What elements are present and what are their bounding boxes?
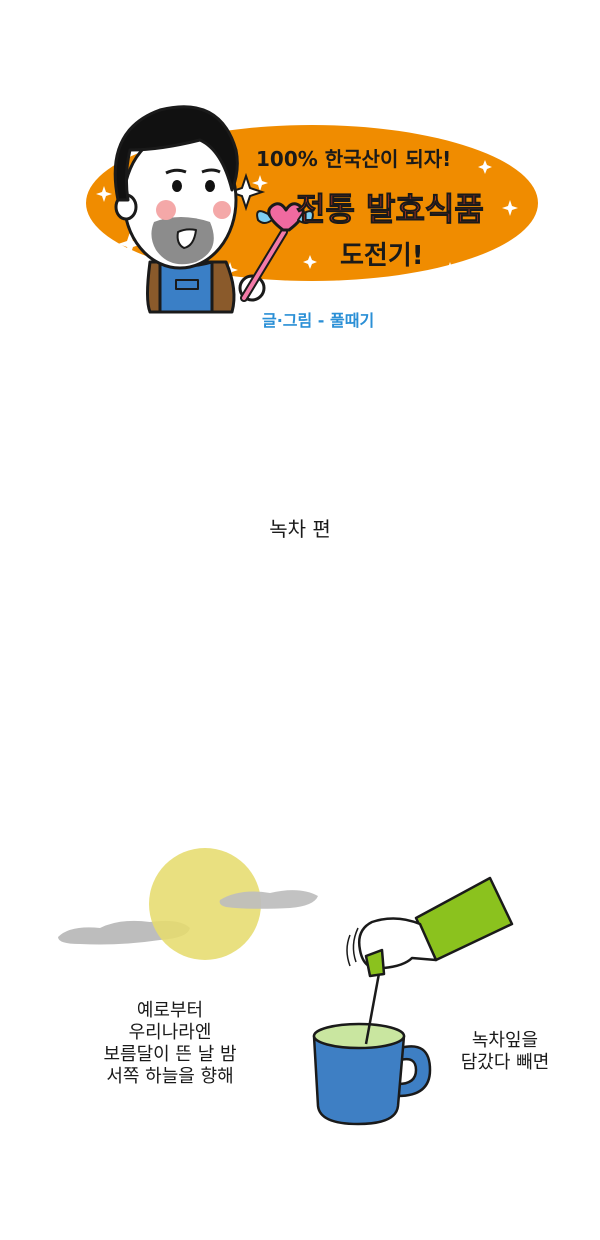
motion-lines <box>346 927 359 967</box>
caption-left-line: 보름달이 뜬 날 밤 <box>103 1044 237 1065</box>
moon-scene <box>58 848 318 960</box>
banner-credit: 글·그림 - 풀때기 <box>262 311 374 330</box>
caption-left-line: 예로부터 <box>136 1000 204 1021</box>
tea-scene <box>312 876 514 1126</box>
caption-right-line: 담갔다 빼면 <box>460 1052 550 1073</box>
title-banner: 100% 한국산이 되자! 전통 발효식품 도전기! 글·그림 - 풀때기 <box>86 105 538 330</box>
banner-subtitle: 100% 한국산이 되자! <box>256 147 451 171</box>
banner-title-line2: 도전기! <box>340 241 424 271</box>
green-tea <box>312 1022 406 1050</box>
caption-left: 예로부터 우리나라엔 보름달이 뜬 날 밤 서쪽 하늘을 향해 <box>60 1000 280 1088</box>
tea-leaf-bag <box>364 948 386 978</box>
banner-title-line1: 전통 발효식품 <box>296 190 484 228</box>
caption-left-line: 우리나라엔 <box>128 1022 212 1043</box>
caption-right-line: 녹차잎을 <box>471 1030 539 1051</box>
apron <box>158 260 214 314</box>
caption-right: 녹차잎을 담갔다 빼면 <box>440 1030 570 1074</box>
episode-title: 녹차 편 <box>269 517 331 541</box>
caption-left-line: 서쪽 하늘을 향해 <box>106 1066 234 1087</box>
